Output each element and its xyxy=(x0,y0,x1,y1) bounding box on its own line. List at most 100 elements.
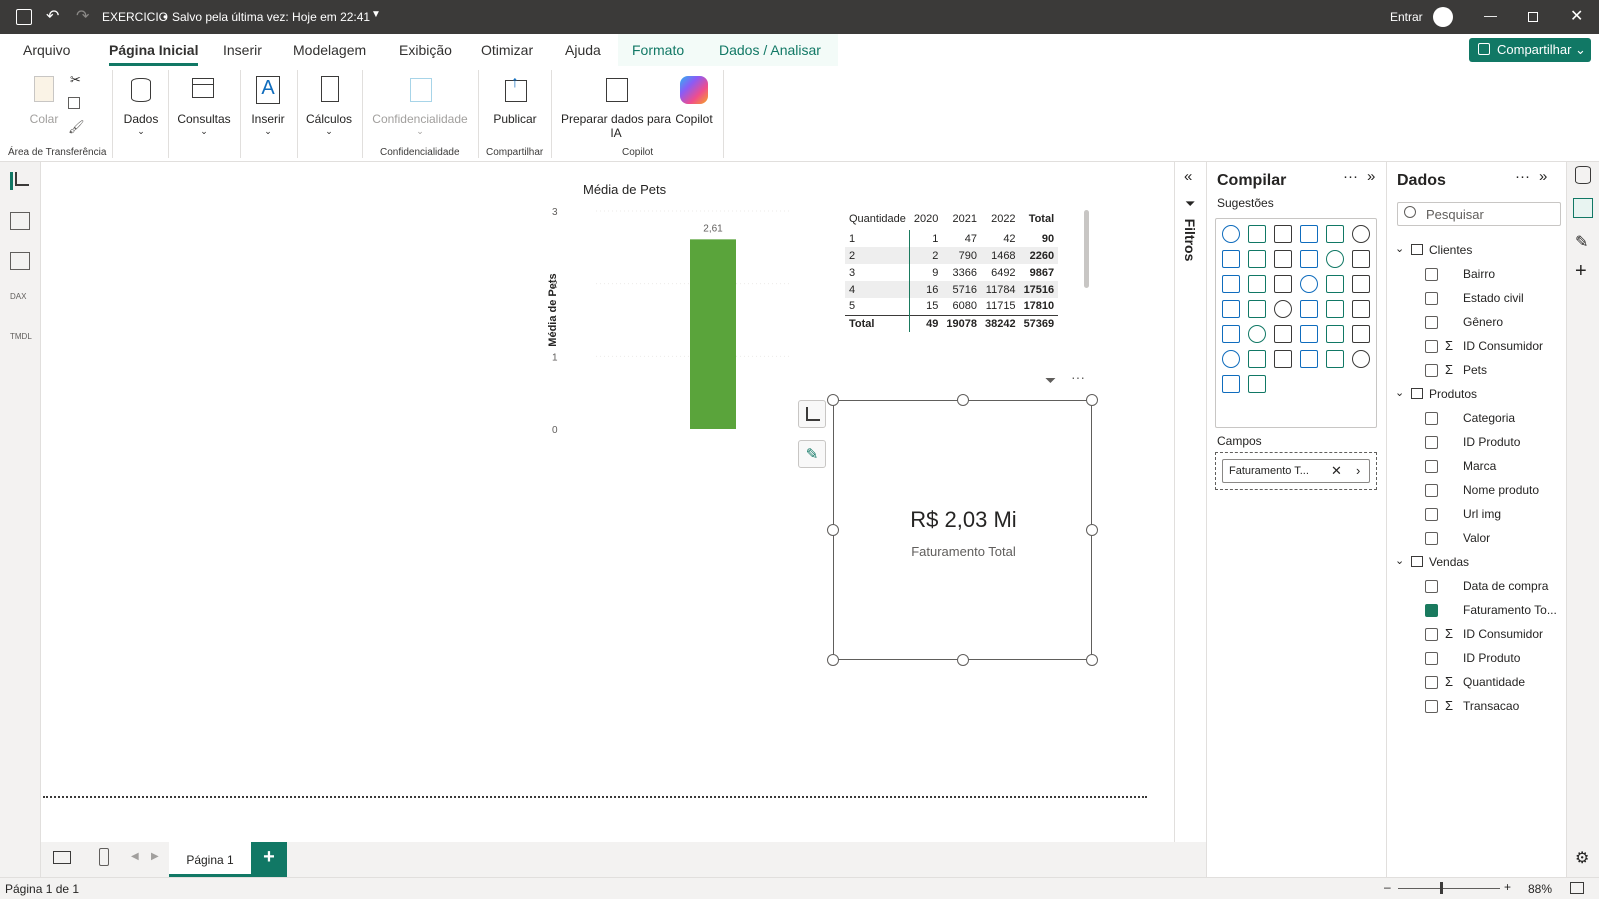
visual-type-icon[interactable] xyxy=(1222,225,1240,243)
visual-type-icon[interactable] xyxy=(1248,300,1266,318)
visual-type-icon[interactable] xyxy=(1326,250,1344,268)
zoom-out-icon[interactable]: – xyxy=(1384,880,1391,894)
resize-handle[interactable] xyxy=(1086,654,1098,666)
visual-type-icon[interactable] xyxy=(1352,225,1370,243)
visual-type-icon[interactable] xyxy=(1274,275,1292,293)
tab-exibicao[interactable]: Exibição xyxy=(399,42,452,58)
next-page-icon[interactable]: ▶ xyxy=(151,851,159,862)
matrix-row[interactable]: 3 9 3366 6492 9867 xyxy=(845,264,1058,281)
resize-handle[interactable] xyxy=(957,394,969,406)
expand-filters-icon[interactable]: « xyxy=(1184,168,1192,185)
sensitivity-button[interactable]: Confidencialidade ⌄ xyxy=(370,74,470,137)
field-checkbox[interactable] xyxy=(1425,532,1438,545)
bar[interactable] xyxy=(690,239,736,429)
visual-type-icon[interactable] xyxy=(1248,275,1266,293)
chevron-down-icon[interactable]: ⌄ xyxy=(1395,386,1404,399)
visual-type-icon[interactable] xyxy=(1222,325,1240,343)
field-checkbox[interactable] xyxy=(1425,340,1438,353)
chevron-down-icon[interactable]: ⌄ xyxy=(1395,554,1404,567)
resize-handle[interactable] xyxy=(957,654,969,666)
collapse-pane-icon[interactable]: » xyxy=(1367,168,1375,185)
copilot-edit-icon[interactable]: ✎ xyxy=(798,440,826,468)
desktop-layout-icon[interactable] xyxy=(53,851,71,864)
field-item[interactable]: ID Produto xyxy=(1387,650,1567,670)
redo-icon[interactable]: ↷ xyxy=(76,6,89,26)
visual-type-icon[interactable] xyxy=(1300,325,1318,343)
tab-formato[interactable]: Formato xyxy=(632,42,684,58)
visual-type-icon[interactable] xyxy=(1300,250,1318,268)
visual-type-icon[interactable] xyxy=(1326,325,1344,343)
tmdl-view-icon[interactable]: TMDL xyxy=(10,332,32,350)
filter-icon[interactable]: ⏷ xyxy=(1045,372,1056,389)
collapse-pane-icon[interactable]: » xyxy=(1539,168,1547,185)
resize-handle[interactable] xyxy=(827,394,839,406)
visual-type-icon[interactable] xyxy=(1326,350,1344,368)
tab-modelagem[interactable]: Modelagem xyxy=(293,42,366,58)
calculations-button[interactable]: Cálculos ⌄ xyxy=(303,74,355,137)
visual-type-icon[interactable] xyxy=(1352,275,1370,293)
tab-dados-analisar[interactable]: Dados / Analisar xyxy=(719,42,821,58)
visual-type-icon[interactable] xyxy=(1222,250,1240,268)
insert-button[interactable]: A Inserir ⌄ xyxy=(246,74,290,137)
tab-otimizar[interactable]: Otimizar xyxy=(481,42,533,58)
maximize-icon[interactable] xyxy=(1528,12,1538,22)
field-checkbox[interactable] xyxy=(1425,268,1438,281)
field-item[interactable]: Url img xyxy=(1387,506,1567,526)
publish-button[interactable]: ↑ Publicar xyxy=(490,74,540,126)
filters-pane-collapsed[interactable]: « ⏷ Filtros xyxy=(1174,162,1206,842)
more-options-icon[interactable]: ··· xyxy=(1515,168,1530,185)
visual-format-icon[interactable] xyxy=(798,400,826,428)
prev-page-icon[interactable]: ◀ xyxy=(131,851,139,862)
format-painter-icon[interactable]: 🖌 xyxy=(68,119,85,135)
format-pane-icon[interactable]: ✎ xyxy=(1575,232,1588,252)
matrix-header[interactable]: 2021 xyxy=(942,208,981,230)
bar-chart-visual[interactable]: Média de Pets Média de Pets 3 2 1 0 2,61 xyxy=(531,176,821,446)
matrix-scrollbar[interactable] xyxy=(1084,210,1089,288)
field-item[interactable]: Σ Transacao xyxy=(1387,698,1567,718)
matrix-visual[interactable]: Quantidade 2020 2021 2022 Total 1 1 47 42 90 2 2 79… xyxy=(845,208,1093,338)
field-checkbox[interactable] xyxy=(1425,652,1438,665)
settings-gear-icon[interactable]: ⚙ xyxy=(1575,848,1589,868)
table-node[interactable]: ⌄ Clientes xyxy=(1387,242,1567,262)
resize-handle[interactable] xyxy=(827,524,839,536)
matrix-header[interactable]: 2020 xyxy=(910,208,942,230)
add-page-button[interactable]: + xyxy=(251,842,287,877)
field-checkbox[interactable] xyxy=(1425,676,1438,689)
field-item[interactable]: Data de compra xyxy=(1387,578,1567,598)
visual-type-icon[interactable] xyxy=(1274,300,1292,318)
visual-type-icon[interactable] xyxy=(1352,325,1370,343)
field-item[interactable]: Valor xyxy=(1387,530,1567,550)
resize-handle[interactable] xyxy=(1086,524,1098,536)
field-item[interactable]: Σ Pets xyxy=(1387,362,1567,382)
data-pane-icon[interactable] xyxy=(1575,166,1591,184)
tab-ajuda[interactable]: Ajuda xyxy=(565,42,601,58)
visual-type-icon[interactable] xyxy=(1274,325,1292,343)
tab-arquivo[interactable]: Arquivo xyxy=(23,42,70,58)
visual-type-icon[interactable] xyxy=(1326,225,1344,243)
field-checkbox[interactable] xyxy=(1425,460,1438,473)
more-options-icon[interactable]: ··· xyxy=(1343,168,1358,185)
resize-handle[interactable] xyxy=(1086,394,1098,406)
visual-type-icon[interactable] xyxy=(1300,225,1318,243)
tab-pagina-inicial[interactable]: Página Inicial xyxy=(109,42,199,66)
visual-type-icon[interactable] xyxy=(1300,300,1318,318)
data-button[interactable]: Dados ⌄ xyxy=(120,74,162,137)
table-node[interactable]: ⌄ Vendas xyxy=(1387,554,1567,574)
more-options-icon[interactable]: ··· xyxy=(1071,369,1085,385)
mobile-layout-icon[interactable] xyxy=(99,848,109,866)
visual-type-icon[interactable] xyxy=(1274,250,1292,268)
visual-type-icon[interactable] xyxy=(1352,300,1370,318)
visual-type-icon[interactable] xyxy=(1326,300,1344,318)
save-icon[interactable] xyxy=(16,9,32,25)
zoom-slider[interactable] xyxy=(1398,888,1500,889)
field-pill[interactable]: Faturamento T... ✕ › xyxy=(1222,459,1370,483)
cut-icon[interactable]: ✂ xyxy=(70,72,81,88)
field-item[interactable]: ID Produto xyxy=(1387,434,1567,454)
report-view-icon[interactable] xyxy=(10,172,30,190)
visual-type-icon[interactable] xyxy=(1248,325,1266,343)
undo-icon[interactable]: ↶ xyxy=(46,6,59,26)
field-checkbox[interactable] xyxy=(1425,508,1438,521)
visual-type-icon[interactable] xyxy=(1300,275,1318,293)
minimize-icon[interactable]: — xyxy=(1484,8,1497,23)
visual-type-icon[interactable] xyxy=(1274,350,1292,368)
